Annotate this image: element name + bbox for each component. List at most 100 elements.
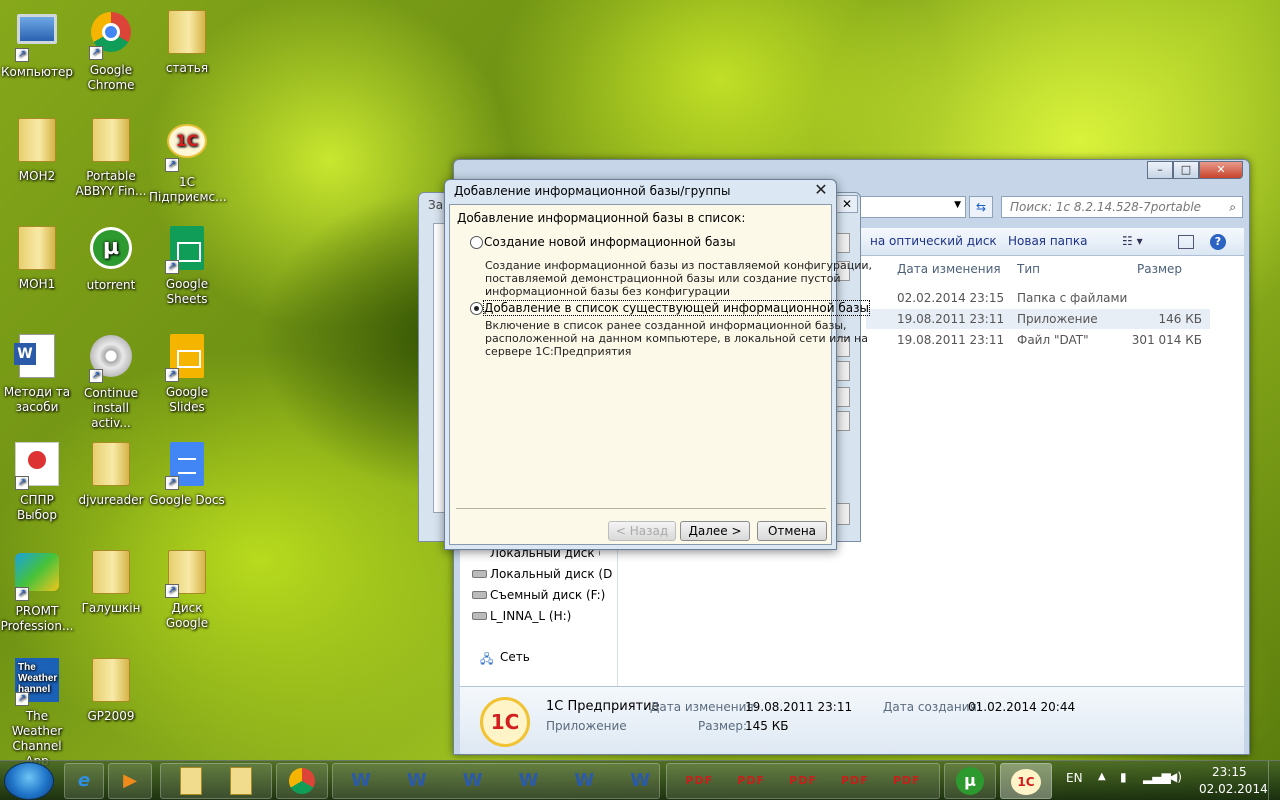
show-hidden-icons[interactable]: ▲	[1098, 771, 1106, 782]
option-create-new-label[interactable]: Создание новой информационной базы	[484, 235, 736, 249]
column-header-date[interactable]: Дата изменения	[897, 262, 1001, 276]
icon-label: djvureader	[78, 493, 144, 507]
signal-icon[interactable]: ▂▄▆	[1143, 770, 1171, 784]
back-button[interactable]: < Назад	[608, 521, 676, 541]
file-type: Файл "DAT"	[1017, 333, 1089, 347]
clock-date[interactable]: 02.02.2014	[1199, 782, 1268, 796]
next-button[interactable]: Далее >	[680, 521, 750, 541]
taskbar-explorer-group[interactable]	[160, 763, 272, 799]
close-button[interactable]: ✕	[1199, 161, 1243, 179]
close-icon[interactable]: ✕	[812, 181, 830, 199]
show-desktop-button[interactable]	[1268, 761, 1280, 800]
1c-app-icon: 1С	[480, 697, 530, 747]
taskbar-utorrent[interactable]: µ	[944, 763, 996, 799]
promt-icon: ↗	[13, 553, 61, 601]
desktop-icon-docs[interactable]: ↗ Google Docs	[147, 440, 227, 508]
desktop-icon-sheets[interactable]: ↗ Google Sheets	[147, 224, 227, 307]
icon-label: Google Sheets	[165, 277, 209, 306]
start-button[interactable]	[4, 762, 54, 800]
search-placeholder: Поиск: 1с 8.2.14.528-7portable	[1010, 200, 1202, 214]
maximize-button[interactable]: □	[1173, 161, 1199, 179]
details-pane: 1С 1С Предприятие Приложение Дата измене…	[460, 686, 1244, 754]
desktop-icon-google-drive[interactable]: ↗ Диск Google	[147, 548, 227, 631]
desktop-icon-mon1[interactable]: МОН1	[0, 224, 77, 292]
icon-label: utorrent	[86, 278, 136, 292]
nav-item-drive-h[interactable]: L_INNA_L (H:)	[472, 609, 572, 623]
address-bar[interactable]: ▼	[854, 196, 966, 218]
nav-item-removable-f[interactable]: Съемный диск (F:)	[472, 588, 605, 602]
add-infobase-dialog: Добавление информационной базы/группы ✕ …	[444, 179, 872, 550]
icon-label: Диск Google	[165, 601, 209, 630]
power-icon[interactable]: ▮	[1120, 770, 1127, 784]
taskbar-word-group[interactable]: WWWWWW	[332, 763, 660, 799]
refresh-button[interactable]: ⇆	[969, 196, 993, 218]
search-input[interactable]: Поиск: 1с 8.2.14.528-7portable ⌕	[1001, 196, 1243, 218]
folder-icon	[163, 10, 211, 58]
desktop-icon-gp2009[interactable]: GP2009	[71, 656, 151, 724]
icon-label: Google Slides	[165, 385, 209, 414]
sppr-icon: ↗	[13, 442, 61, 490]
burn-button[interactable]: на оптический диск	[870, 234, 997, 248]
network-icon: 🖧	[480, 652, 494, 666]
media-player-icon[interactable]: ▶	[108, 763, 152, 799]
option-create-new-desc: Создание информационной базы из поставля…	[485, 259, 872, 272]
file-row[interactable]: 19.08.2011 23:11 Приложение 146 КБ	[866, 309, 1210, 329]
nav-item-local-d[interactable]: Локальный диск (D	[472, 567, 613, 581]
taskbar-1c[interactable]: 1С	[1000, 763, 1052, 799]
1c-icon: 1С ↗	[163, 124, 211, 172]
volume-icon[interactable]: ◀)	[1168, 770, 1182, 784]
chevron-down-icon[interactable]: ▼	[954, 200, 961, 210]
column-header-size[interactable]: Размер	[1137, 262, 1182, 276]
help-icon[interactable]: ?	[1210, 234, 1226, 250]
desktop-icon-chrome[interactable]: ↗ Google Chrome	[71, 8, 151, 93]
folder-icon	[230, 767, 252, 795]
details-created: 01.02.2014 20:44	[968, 700, 1076, 714]
minimize-button[interactable]: –	[1147, 161, 1173, 179]
new-folder-button[interactable]: Новая папка	[1008, 234, 1087, 248]
file-row[interactable]: 02.02.2014 23:15 Папка с файлами	[866, 288, 1210, 308]
nav-item-network[interactable]: 🖧 Сеть	[480, 650, 530, 666]
launcher-close-button[interactable]: ✕	[836, 195, 858, 213]
cancel-button[interactable]: Отмена	[757, 521, 827, 541]
removable-drive-icon	[472, 612, 487, 620]
desktop-icon-metody[interactable]: Методи та засоби	[0, 332, 77, 415]
desktop-icon-computer[interactable]: ↗ Компьютер	[0, 8, 77, 80]
radio-create-new[interactable]	[470, 236, 483, 249]
internet-explorer-icon[interactable]: e	[64, 763, 104, 799]
preview-pane-icon[interactable]	[1178, 235, 1194, 249]
desktop-icon-mon2[interactable]: МОН2	[0, 116, 77, 184]
weather-channel-icon: The Weather hannel ↗	[13, 658, 61, 706]
view-options-icon[interactable]: ☷ ▾	[1122, 234, 1143, 248]
desktop-icon-djvureader[interactable]: djvureader	[71, 440, 151, 508]
icon-label: Компьютер	[1, 65, 73, 79]
option-add-existing-desc: расположенной на данном компьютере, в ло…	[485, 332, 868, 345]
taskbar-chrome[interactable]	[276, 763, 328, 799]
google-drive-folder-icon: ↗	[163, 550, 211, 598]
radio-add-existing[interactable]	[470, 302, 483, 315]
desktop-icon-weather[interactable]: TheWeatherhannel↗The Weather Channel App	[0, 656, 77, 769]
removable-drive-icon	[472, 591, 487, 599]
icon-label: Методи та засоби	[3, 385, 71, 414]
file-type: Папка с файлами	[1017, 291, 1128, 305]
desktop-icon-utorrent[interactable]: µ utorrent	[71, 224, 151, 293]
desktop-icon-sppr[interactable]: ↗ СППР Выбор	[0, 440, 77, 523]
desktop-icon-1c[interactable]: 1С ↗ 1С Підприємс...	[147, 116, 227, 205]
column-header-type[interactable]: Тип	[1017, 262, 1040, 276]
desktop-icon-statya[interactable]: статья	[147, 8, 227, 76]
file-row[interactable]: 19.08.2011 23:11 Файл "DAT" 301 014 КБ	[866, 330, 1210, 350]
desktop-icon-abbyy[interactable]: Portable ABBYY Fin...	[71, 116, 151, 199]
desktop-icon-slides[interactable]: ↗ Google Slides	[147, 332, 227, 415]
language-indicator[interactable]: EN	[1066, 771, 1083, 785]
desktop-icon-promt[interactable]: ↗ PROMT Profession...	[0, 548, 77, 634]
taskbar-pdf-group[interactable]: PDF PDF PDF PDF PDF	[666, 763, 940, 799]
option-add-existing-label[interactable]: Добавление в список существующей информа…	[483, 300, 870, 316]
file-date: 19.08.2011 23:11	[897, 312, 1005, 326]
google-sheets-icon: ↗	[163, 226, 211, 274]
nav-label: L_INNA_L (H:)	[490, 609, 572, 623]
file-size: 301 014 КБ	[1131, 333, 1202, 347]
desktop-icon-galushkin[interactable]: Галушкін	[71, 548, 151, 616]
nav-label: Локальный диск (D	[490, 567, 613, 581]
file-size: 146 КБ	[1158, 312, 1202, 326]
desktop-icon-continue-install[interactable]: ↗ Continue install activ...	[71, 332, 151, 431]
clock-time[interactable]: 23:15	[1212, 765, 1247, 779]
